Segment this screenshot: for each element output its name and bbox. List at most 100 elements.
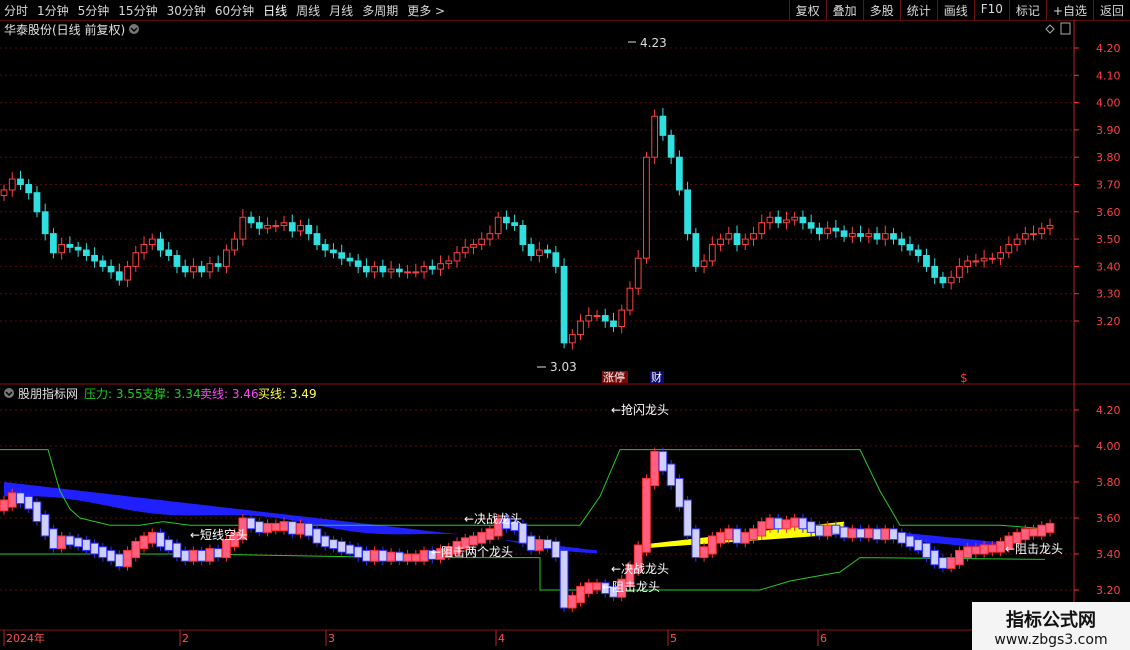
candle-body <box>173 254 181 267</box>
lower-candle-body <box>394 551 404 562</box>
candle-body <box>511 222 519 226</box>
lower-candle-body <box>378 549 388 562</box>
candle-body <box>115 271 123 281</box>
candle-body <box>198 265 206 273</box>
lower-candle-body <box>674 477 684 508</box>
lower-candle-body <box>1037 524 1047 537</box>
candle-body <box>997 252 1004 259</box>
candle-body <box>470 244 477 248</box>
lower-candle-body <box>139 535 149 550</box>
candle-body <box>610 320 617 327</box>
candle-body <box>437 263 444 270</box>
candle-body <box>890 233 897 240</box>
lower-candle-body <box>559 549 569 609</box>
candle-body <box>297 224 304 232</box>
candle-body <box>758 222 766 235</box>
low-label: 3.03 <box>550 360 577 374</box>
candle-body <box>692 233 700 267</box>
lower-candle-body <box>724 528 734 541</box>
lower-candle-body <box>147 531 157 544</box>
lower-candle-body <box>57 535 67 550</box>
candle-body <box>33 192 41 213</box>
candle-body <box>107 265 115 273</box>
lower-candle-body <box>716 531 725 544</box>
candle-body <box>807 222 815 229</box>
candle-body <box>354 260 362 267</box>
candle-body <box>255 222 263 229</box>
candle-body <box>791 216 799 221</box>
candle-body <box>428 265 436 270</box>
candle-body <box>17 178 24 185</box>
candle-body <box>733 233 741 246</box>
lower-candle-body <box>946 557 956 569</box>
candle-body <box>750 233 757 240</box>
lower-candle-body <box>312 528 322 544</box>
lower-candle-body <box>922 542 931 559</box>
annotation-top: ←抢闪龙头 <box>611 402 669 417</box>
diamond-icon[interactable] <box>1045 24 1055 34</box>
watermark-url: www.zbgs3.com <box>994 632 1108 648</box>
lower-candle-body <box>271 522 281 532</box>
candle-body <box>190 265 197 273</box>
lower-candle-body <box>691 528 701 559</box>
lower-y-tick-label: 3.20 <box>1096 584 1121 597</box>
lower-candle-body <box>419 549 429 562</box>
candle-body <box>82 249 90 256</box>
lower-candle-body <box>823 524 833 537</box>
lower-candle-body <box>551 540 561 559</box>
lower-candle-body <box>518 522 528 544</box>
lower-candle-body <box>246 517 256 530</box>
lower-candle-body <box>806 521 816 533</box>
lower-candle-body <box>156 531 165 548</box>
dropdown-icon[interactable] <box>129 24 139 34</box>
lower-candle-body <box>790 517 800 528</box>
lower-candle-body <box>73 537 83 548</box>
lower-candle-body <box>757 521 767 537</box>
y-tick-label: 3.80 <box>1096 151 1121 164</box>
lower-candle-body <box>172 542 182 559</box>
lower-candle-body <box>106 549 116 562</box>
lower-candle-body <box>815 524 824 537</box>
lower-candle-body <box>345 544 355 555</box>
legend-item-0: 压力: 3.55 <box>84 387 143 401</box>
lower-candle-body <box>263 522 272 533</box>
scroll-icon[interactable] <box>1060 22 1071 35</box>
candle-body <box>412 271 420 274</box>
candle-body <box>881 233 889 240</box>
candle-body <box>99 260 107 267</box>
lower-candle-body <box>971 546 981 555</box>
candle-body <box>741 238 749 246</box>
lower-candle-body <box>329 539 338 550</box>
lower-candle-body <box>114 553 124 568</box>
candle-body <box>338 252 346 259</box>
candle-body <box>840 230 848 237</box>
lower-candle-body <box>81 539 91 551</box>
candle-body <box>560 265 568 344</box>
high-label: 4.23 <box>640 36 667 50</box>
candle-body <box>766 216 774 224</box>
lower-candle-body <box>987 544 997 553</box>
lower-candle-body <box>279 521 289 532</box>
candle-body <box>1030 233 1037 236</box>
lower-candle-body <box>213 548 223 559</box>
upper-title: 华泰股份(日线 前复权) <box>4 22 125 37</box>
y-tick-label: 4.00 <box>1096 97 1121 110</box>
lower-candle-body <box>1045 522 1055 533</box>
lower-candle-body <box>955 549 964 566</box>
legend-item-1: 支撑: 3.34 <box>142 386 201 401</box>
lower-candle-body <box>65 535 75 546</box>
lower-candle-body <box>658 450 668 472</box>
lower-dropdown-icon[interactable] <box>4 388 14 398</box>
lower-candle-body <box>963 546 973 559</box>
annotation-short: ←短线空头 <box>190 528 248 542</box>
lower-candle-body <box>773 517 783 530</box>
candle-body <box>288 222 296 232</box>
candle-body <box>873 233 881 240</box>
lower-candle-body <box>567 594 577 609</box>
candle-body <box>931 265 939 278</box>
candle-body <box>824 227 832 235</box>
lower-candle-body <box>254 521 264 533</box>
lower-candle-body <box>839 526 849 539</box>
watermark: 指标公式网 www.zbgs3.com <box>972 602 1130 650</box>
candle-body <box>774 216 782 224</box>
